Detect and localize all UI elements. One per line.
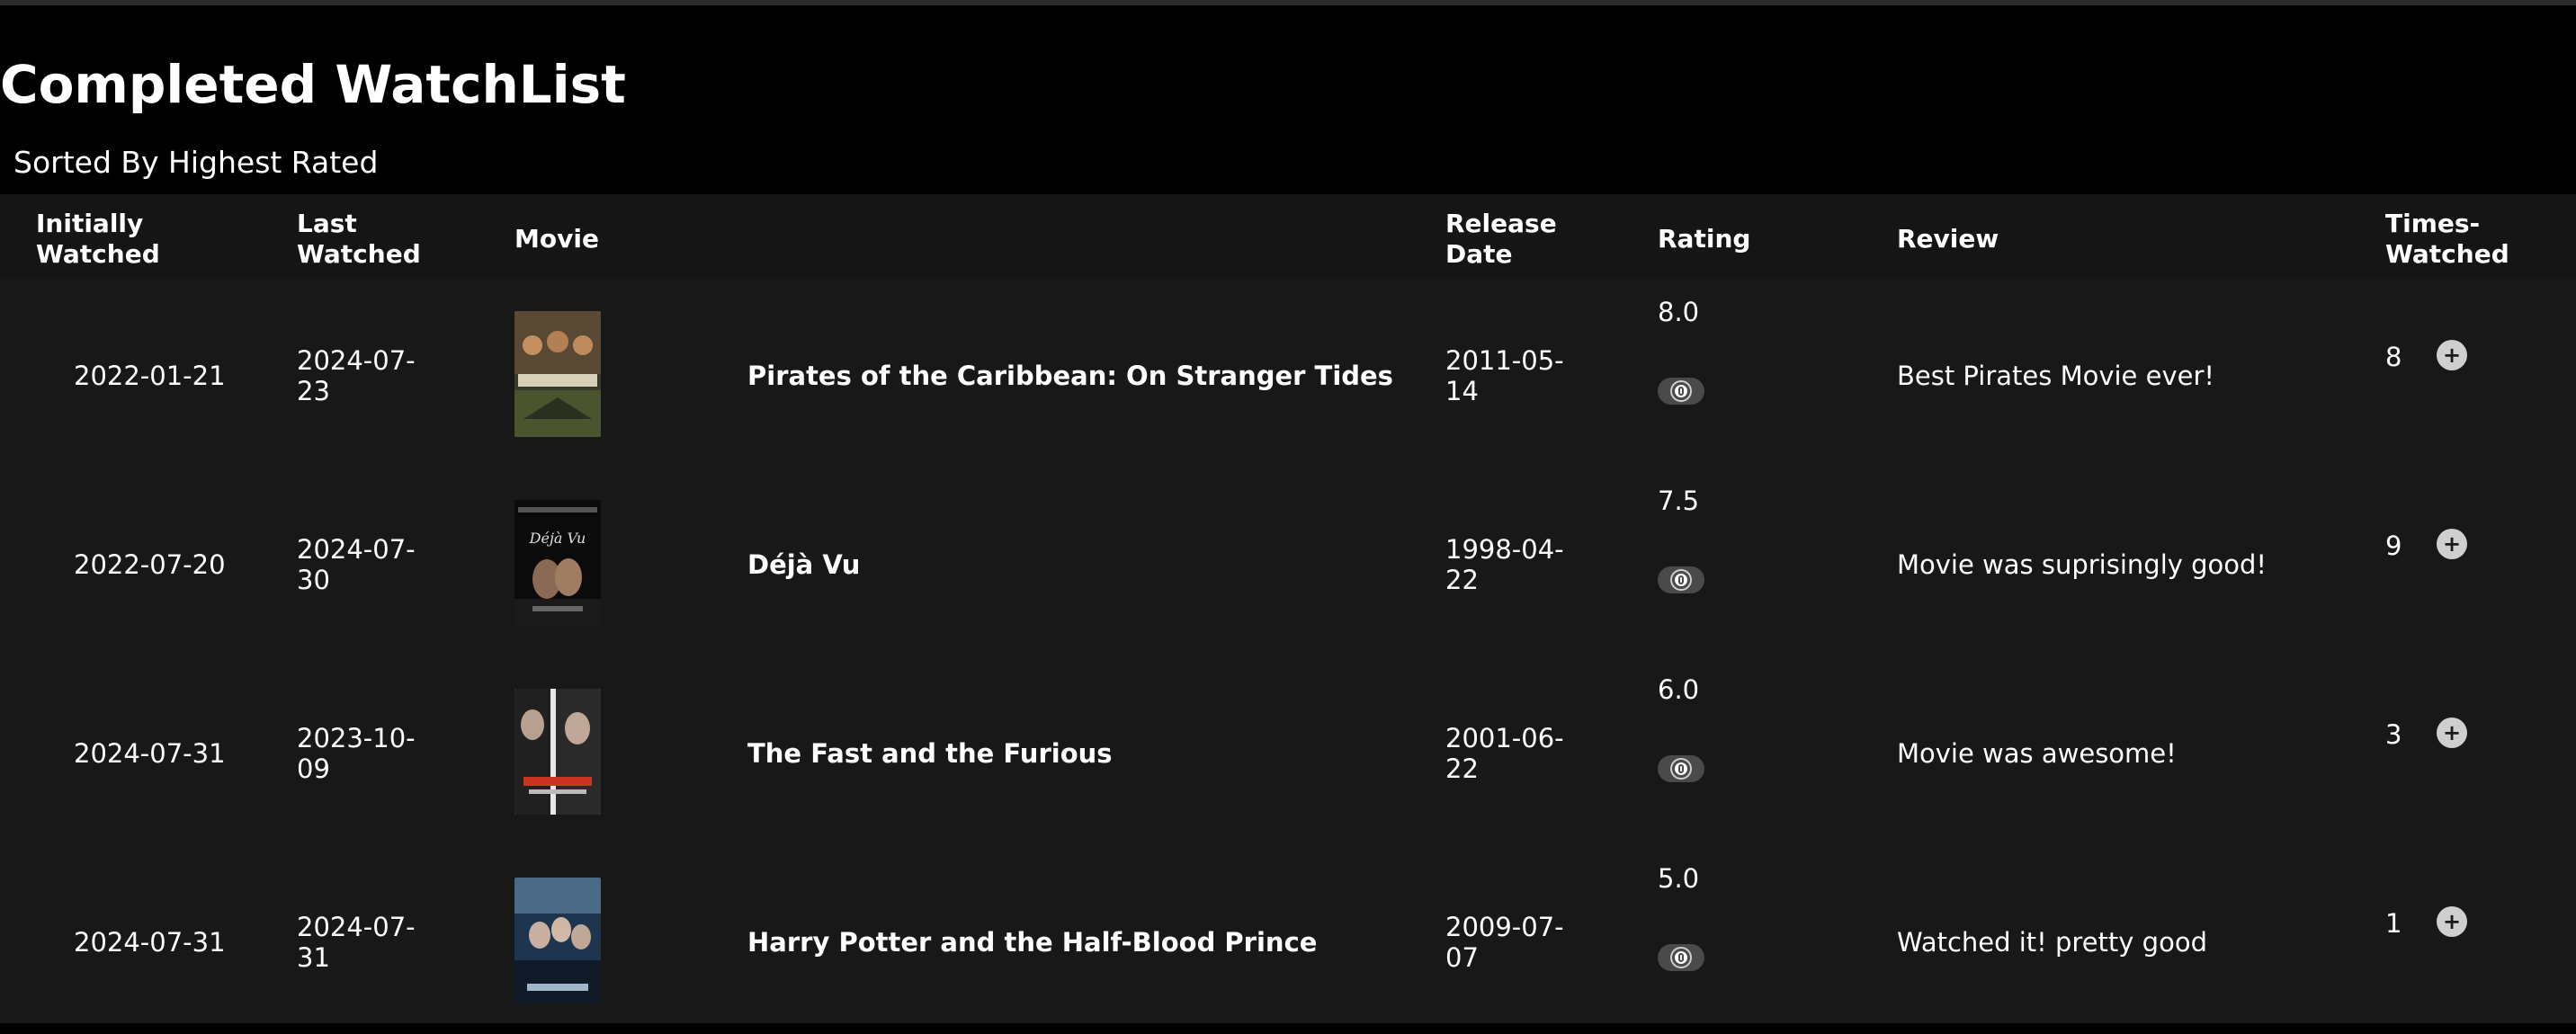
initially-watched-cell: 2022-07-20 [74,549,226,580]
rating-toggle-button[interactable] [1658,378,1704,405]
initially-watched-cell: 2024-07-31 [74,927,226,958]
last-watched-cell: 2024-07- 30 [297,534,416,595]
release-date-cell: 1998-04- 22 [1445,534,1564,595]
movie-poster [514,311,601,437]
toggle-icon [1672,760,1690,778]
rating-value: 6.0 [1658,674,1700,705]
last-watched-cell: 2024-07- 23 [297,345,416,406]
toggle-icon [1672,382,1690,400]
release-date-cell: 2009-07- 07 [1445,912,1564,973]
times-watched-count: 9 [2385,530,2402,561]
movie-title[interactable]: Pirates of the Caribbean: On Stranger Ti… [747,361,1393,391]
page-subtitle: Sorted By Highest Rated [13,145,379,180]
review-cell: Movie was awesome! [1897,738,2177,769]
rating-toggle-button[interactable] [1658,755,1704,782]
header-rating: Rating [1658,224,1751,254]
initially-watched-cell: 2022-01-21 [74,361,226,391]
increment-times-watched-button[interactable]: + [2437,340,2467,370]
initially-watched-cell: 2024-07-31 [74,738,226,769]
review-cell: Watched it! pretty good [1897,927,2207,958]
increment-times-watched-button[interactable]: + [2437,529,2467,559]
toggle-icon [1672,571,1690,589]
header-last-watched: Last Watched [297,209,421,269]
movie-poster [514,689,601,815]
table-row: 2024-07-31 2023-10- 09 The Fast and the … [0,656,2576,845]
movie-poster: Déjà Vu [514,500,601,626]
top-border [0,0,2576,5]
table-row: 2022-01-21 2024-07- 23 Pirates of the Ca… [0,279,2576,468]
movie-title[interactable]: Harry Potter and the Half-Blood Prince [747,927,1317,958]
page-title: Completed WatchList [0,54,626,115]
increment-times-watched-button[interactable]: + [2437,906,2467,937]
release-date-cell: 2001-06- 22 [1445,723,1564,784]
movie-title[interactable]: Déjà Vu [747,549,860,580]
rating-value: 8.0 [1658,297,1700,327]
table-row: 2024-07-31 2024-07- 31 Harry Potter and … [0,845,2576,1034]
watchlist-table: Initially Watched Last Watched Movie Rel… [0,194,2576,1023]
header-movie: Movie [514,224,599,254]
table-row: 2022-07-20 2024-07- 30 Déjà Vu Déjà Vu 1… [0,468,2576,656]
header-times-watched: Times- Watched [2385,209,2509,269]
movie-title[interactable]: The Fast and the Furious [747,738,1113,769]
times-watched-count: 1 [2385,908,2402,939]
table-header: Initially Watched Last Watched Movie Rel… [0,194,2576,279]
last-watched-cell: 2024-07- 31 [297,912,416,973]
rating-toggle-button[interactable] [1658,566,1704,593]
rating-value: 7.5 [1658,486,1700,516]
svg-text:Déjà Vu: Déjà Vu [529,530,586,547]
times-watched-count: 8 [2385,342,2402,372]
review-cell: Movie was suprisingly good! [1897,549,2267,580]
header-review: Review [1897,224,1999,254]
header-initially-watched: Initially Watched [36,209,160,269]
movie-poster [514,878,601,1003]
rating-value: 5.0 [1658,863,1700,894]
release-date-cell: 2011-05- 14 [1445,345,1564,406]
times-watched-count: 3 [2385,719,2402,750]
rating-toggle-button[interactable] [1658,944,1704,971]
header-release-date: Release Date [1445,209,1557,269]
review-cell: Best Pirates Movie ever! [1897,361,2215,391]
toggle-icon [1672,949,1690,967]
increment-times-watched-button[interactable]: + [2437,718,2467,748]
last-watched-cell: 2023-10- 09 [297,723,416,784]
